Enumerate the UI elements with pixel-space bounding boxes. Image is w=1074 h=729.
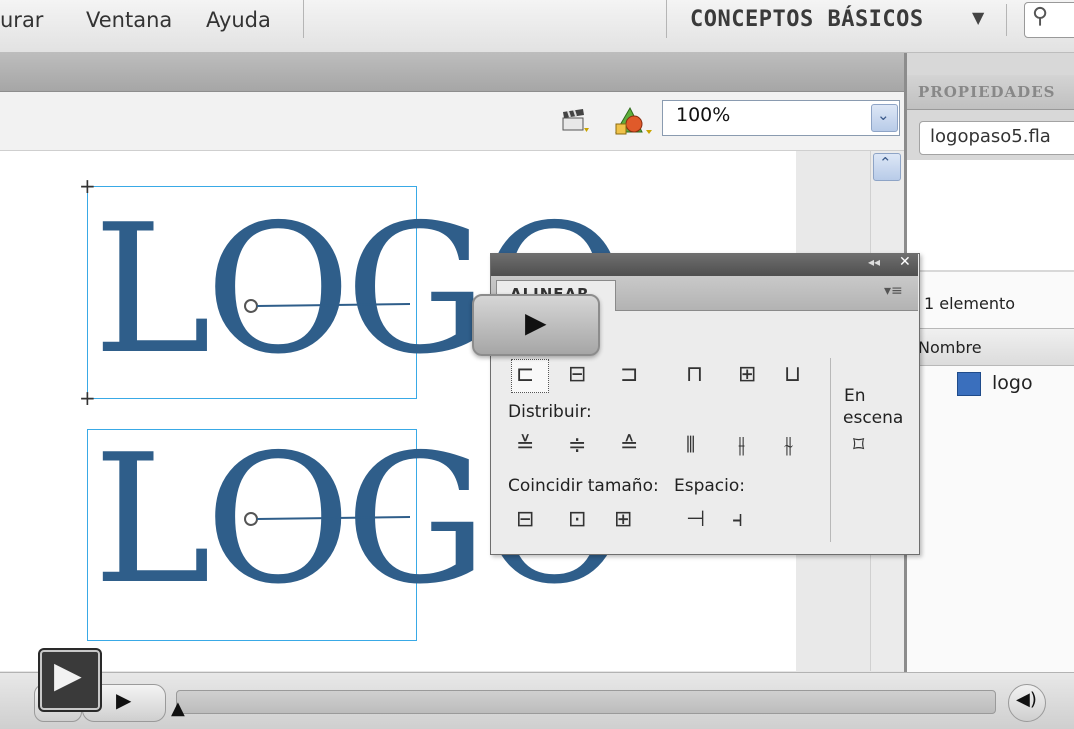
panel-menu-icon[interactable]: ▾≡ (884, 283, 903, 299)
document-name: logopaso5.fla (930, 126, 1051, 147)
align-bottom-icon[interactable]: ⊔ (784, 361, 801, 389)
column-header-name[interactable]: Nombre (918, 338, 982, 357)
align-vertical-center-icon[interactable]: ⊞ (738, 361, 756, 389)
registration-point: + (79, 386, 96, 410)
edit-symbols-icon[interactable] (612, 106, 654, 136)
zoom-dropdown-button[interactable]: ⌄ (871, 104, 898, 132)
align-top-icon[interactable]: ⊓ (686, 361, 703, 389)
distribute-bottom-icon[interactable]: ≙ (620, 432, 638, 460)
chevron-up-icon: ⌃ (879, 154, 892, 172)
distribute-right-icon[interactable]: ⫳ (784, 432, 793, 460)
zoom-value: 100% (676, 104, 731, 126)
spacing-label: Espacio: (674, 476, 746, 496)
menu-item-configurar[interactable]: urar (0, 2, 43, 38)
space-horizontal-icon[interactable]: ⫞ (732, 506, 743, 534)
match-size-label: Coincidir tamaño: (508, 476, 659, 496)
close-icon[interactable]: ✕ (899, 254, 911, 270)
align-panel-titlebar[interactable] (491, 254, 918, 276)
library-count: 1 elemento (924, 294, 1016, 313)
on-stage-label: En (844, 386, 866, 406)
distribute-left-icon[interactable]: ⫴ (686, 432, 695, 460)
align-panel-divider (830, 358, 831, 542)
workspace-switcher[interactable]: CONCEPTOS BÁSICOS (690, 2, 924, 38)
distribute-vertical-center-icon[interactable]: ≑ (568, 432, 586, 460)
on-stage-label-2: escena (843, 408, 904, 428)
distribute-top-icon[interactable]: ≚ (516, 432, 534, 460)
align-left-icon: ⊏ (516, 362, 535, 387)
play-icon: ▶ (54, 655, 82, 696)
registration-point: + (79, 174, 96, 198)
search-icon[interactable]: ⚲ (1032, 4, 1048, 29)
menu-divider (303, 0, 304, 38)
on-stage-toggle-icon[interactable]: ⌑ (853, 432, 864, 460)
scroll-up-button[interactable]: ⌃ (873, 153, 901, 181)
align-horizontal-center-icon[interactable]: ⊟ (568, 361, 586, 389)
align-right-icon[interactable]: ⊐ (620, 361, 638, 389)
menu-divider (666, 0, 667, 38)
document-tab-strip (0, 53, 904, 92)
menu-item-ayuda[interactable]: Ayuda (206, 2, 271, 38)
menu-divider (1006, 4, 1007, 36)
play-icon: ▶ (525, 306, 547, 339)
logo-decoration-top (244, 299, 411, 313)
speaker-icon: ◀) (1016, 689, 1037, 710)
logo-decoration-bottom (244, 512, 411, 526)
chevron-down-icon: ⌄ (877, 106, 890, 124)
distribute-horizontal-center-icon[interactable]: ⫲ (738, 432, 745, 460)
properties-title: PROPIEDADES (918, 83, 1056, 101)
match-width-icon[interactable]: ⊟ (516, 506, 534, 534)
space-vertical-icon[interactable]: ⊣ (686, 506, 705, 534)
collapse-icon[interactable]: ◂◂ (868, 255, 880, 269)
distribute-label: Distribuir: (508, 402, 592, 422)
edit-scene-icon[interactable] (560, 108, 590, 134)
library-item-logo[interactable]: logo (992, 372, 1033, 394)
match-width-height-icon[interactable]: ⊞ (614, 506, 632, 534)
movie-clip-icon (957, 372, 981, 396)
chevron-down-icon[interactable]: ▼ (972, 8, 984, 27)
match-height-icon[interactable]: ⊡ (568, 506, 586, 534)
library-preview (907, 160, 1074, 270)
progress-bar[interactable] (176, 690, 996, 714)
menu-item-ventana[interactable]: Ventana (86, 2, 172, 38)
progress-thumb[interactable]: ▲ (171, 698, 185, 719)
play-icon: ▶ (116, 688, 132, 712)
